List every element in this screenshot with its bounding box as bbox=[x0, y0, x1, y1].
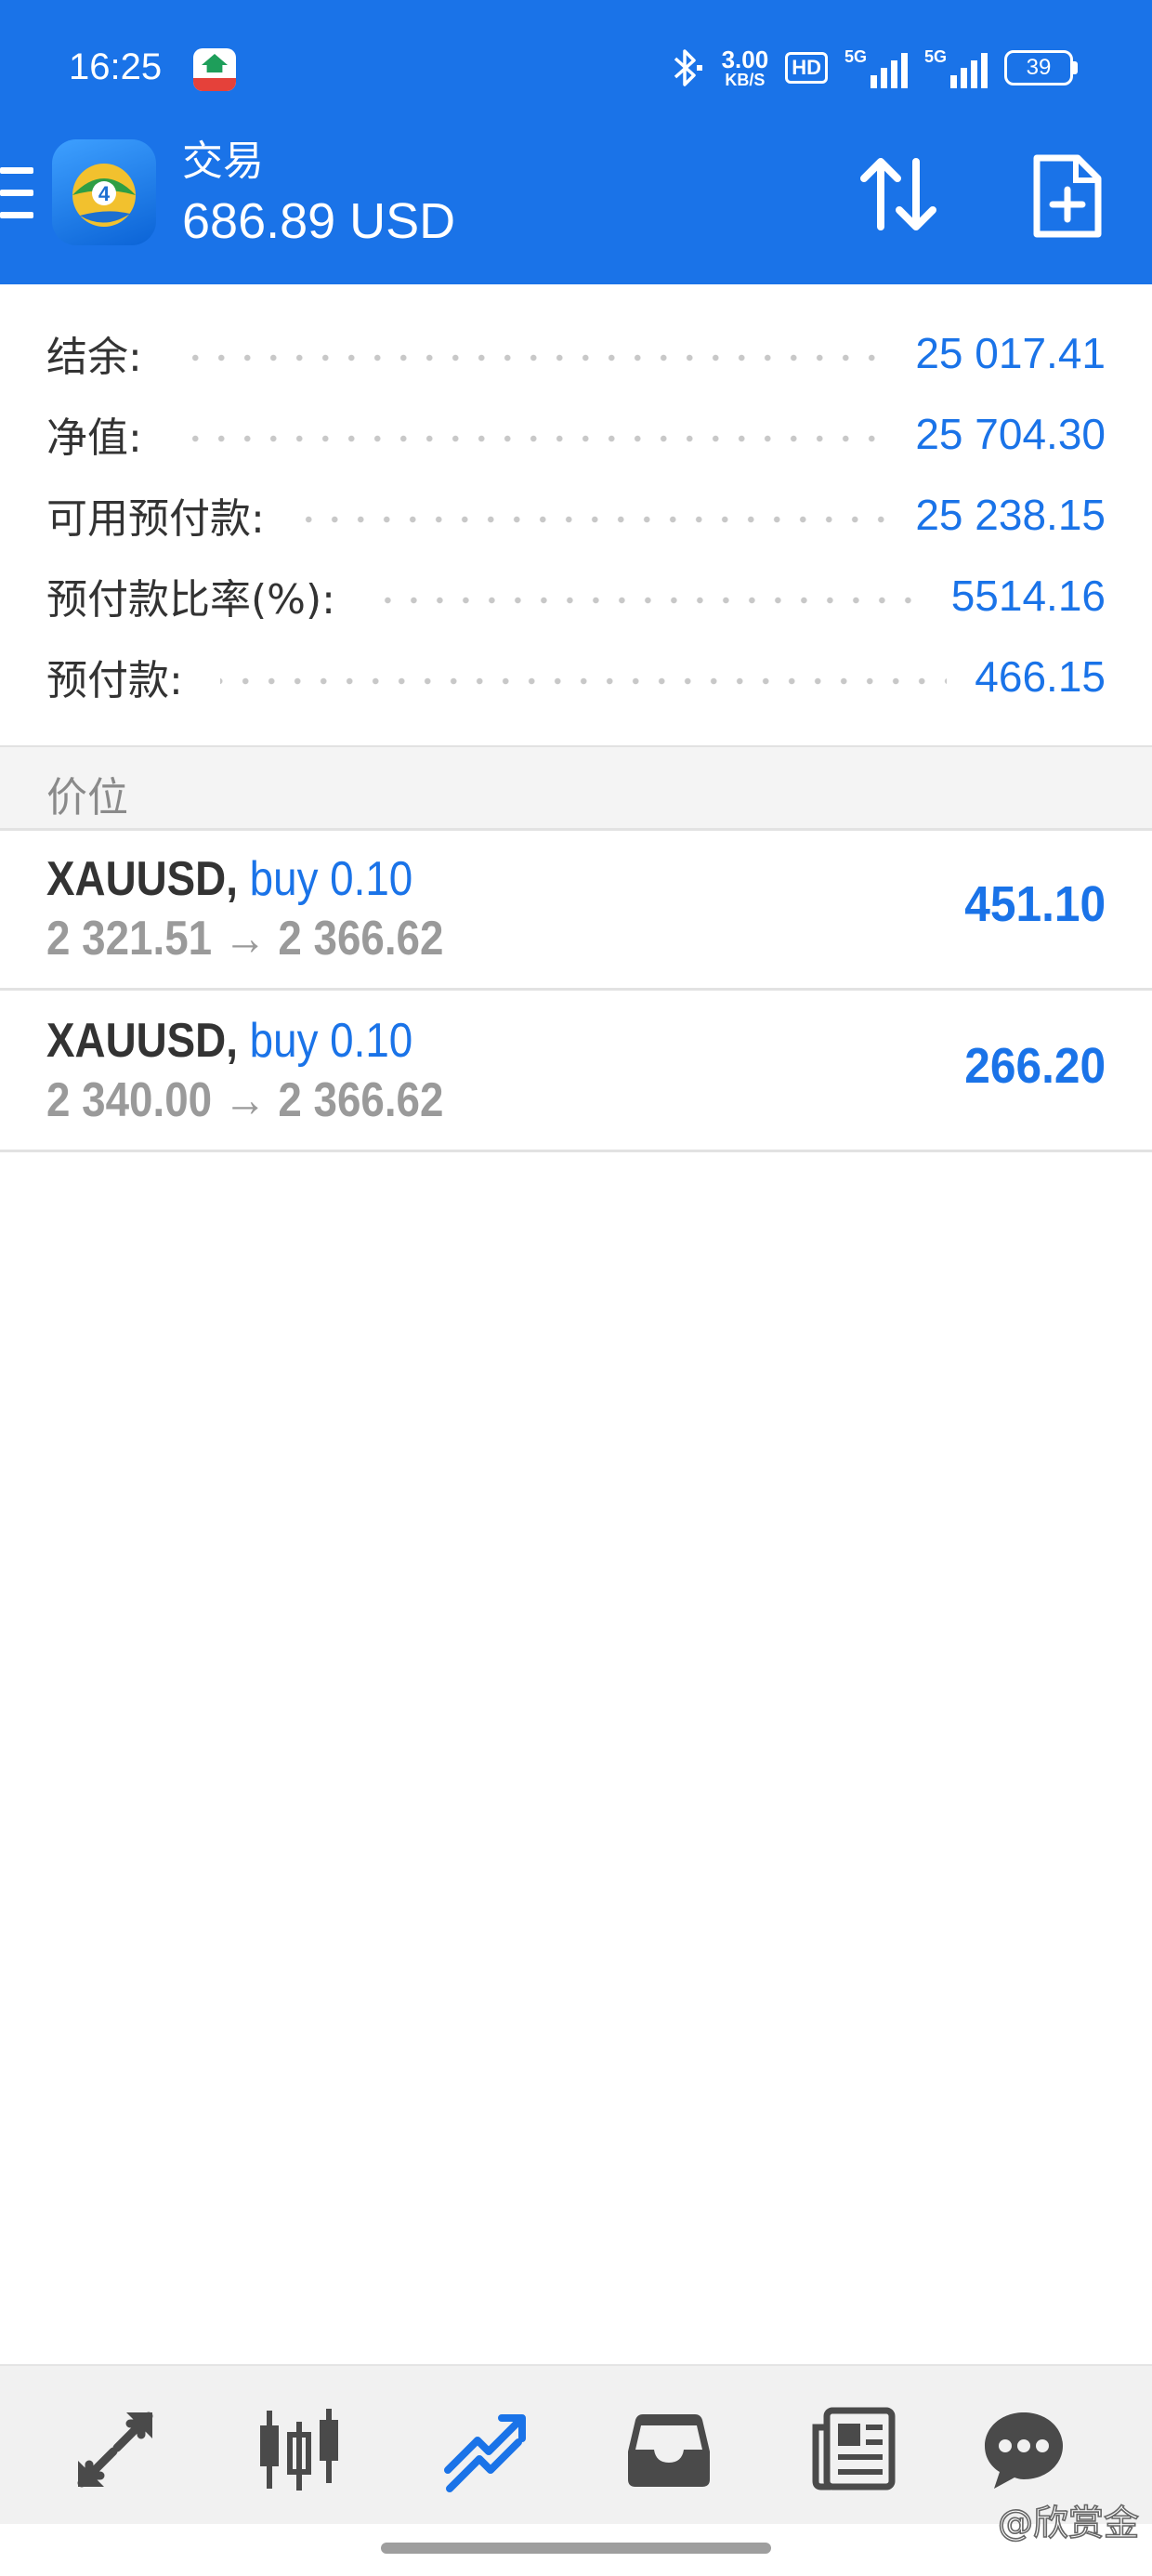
position-prices: 2 321.51 → 2 366.62 bbox=[46, 911, 443, 966]
bluetooth-icon bbox=[674, 49, 702, 86]
position-title: XAUUSD, buy 0.10 bbox=[46, 851, 412, 907]
signal-2-icon: 5G bbox=[924, 47, 988, 88]
balance-label: 结余: bbox=[46, 333, 142, 381]
new-order-icon[interactable] bbox=[1029, 152, 1104, 240]
status-time: 16:25 bbox=[69, 46, 163, 87]
position-symbol: XAUUSD, bbox=[46, 1014, 238, 1068]
open-price: 2 321.51 bbox=[46, 912, 213, 966]
network-speed-value: 3.00 bbox=[721, 46, 769, 73]
nav-chart[interactable] bbox=[255, 2405, 344, 2494]
notification-app-icon bbox=[193, 48, 236, 91]
signal-1-label: 5G bbox=[844, 47, 867, 66]
nav-news[interactable] bbox=[808, 2405, 897, 2494]
metatrader-logo: 4 bbox=[52, 139, 156, 245]
nav-history[interactable] bbox=[624, 2405, 713, 2494]
menu-icon[interactable] bbox=[0, 167, 37, 219]
current-price: 2 366.62 bbox=[278, 1073, 444, 1127]
status-bar: 16:25 3.00 KB/S HD 5G 5G 39 bbox=[0, 0, 1152, 139]
nav-quotes[interactable] bbox=[71, 2405, 160, 2494]
dotted-leader bbox=[219, 677, 948, 685]
quotes-icon bbox=[77, 2412, 153, 2488]
arrow-right-icon: → bbox=[223, 912, 267, 966]
home-indicator[interactable] bbox=[381, 2543, 771, 2554]
history-icon bbox=[628, 2414, 710, 2487]
svg-text:4: 4 bbox=[98, 182, 111, 205]
margin-label: 预付款: bbox=[46, 656, 183, 704]
arrow-right-icon: → bbox=[223, 1073, 267, 1127]
equity-value: 25 704.30 bbox=[915, 409, 1106, 458]
account-summary: 结余: 25 017.41 净值: 25 704.30 可用预付款: 25 23… bbox=[0, 284, 1152, 716]
position-profit: 266.20 bbox=[964, 1038, 1106, 1094]
network-speed-unit: KB/S bbox=[725, 71, 766, 89]
app-bar: 4 交易 686.89 USD bbox=[0, 139, 1152, 284]
position-side-volume: buy 0.10 bbox=[249, 1014, 413, 1068]
balance-value: 25 017.41 bbox=[915, 328, 1106, 377]
summary-row-equity: 净值: 25 704.30 bbox=[0, 393, 1152, 474]
open-price: 2 340.00 bbox=[46, 1073, 213, 1127]
margin-level-value: 5514.16 bbox=[950, 571, 1106, 620]
current-price: 2 366.62 bbox=[278, 912, 444, 966]
nav-chat[interactable] bbox=[979, 2405, 1068, 2494]
sort-icon[interactable] bbox=[855, 152, 942, 236]
margin-level-label: 预付款比率(%): bbox=[46, 575, 335, 624]
top-bar: 16:25 3.00 KB/S HD 5G 5G 39 4 交易 686.89 … bbox=[0, 0, 1152, 284]
page-title: 交易 bbox=[182, 138, 264, 185]
summary-row-margin-level: 预付款比率(%): 5514.16 bbox=[0, 555, 1152, 636]
dotted-leader bbox=[372, 596, 923, 604]
free-margin-value: 25 238.15 bbox=[915, 490, 1106, 539]
position-row[interactable]: XAUUSD, buy 0.10 2 340.00 → 2 366.62 266… bbox=[0, 991, 1152, 1150]
network-speed: 3.00 KB/S bbox=[722, 47, 769, 88]
nav-trade[interactable] bbox=[440, 2405, 530, 2494]
status-icons: 3.00 KB/S HD 5G 5G 39 bbox=[668, 46, 1078, 89]
margin-value: 466.15 bbox=[975, 651, 1106, 701]
equity-label: 净值: bbox=[46, 414, 142, 462]
hd-voice-badge: HD bbox=[785, 52, 828, 84]
summary-row-balance: 结余: 25 017.41 bbox=[0, 312, 1152, 393]
free-margin-label: 可用预付款: bbox=[46, 494, 265, 543]
position-prices: 2 340.00 → 2 366.62 bbox=[46, 1072, 443, 1128]
position-profit: 451.10 bbox=[964, 876, 1106, 932]
header-profit: 686.89 USD bbox=[182, 193, 456, 249]
dotted-leader bbox=[301, 515, 888, 523]
bottom-navigation bbox=[0, 2364, 1152, 2524]
position-side-volume: buy 0.10 bbox=[249, 852, 413, 906]
signal-2-label: 5G bbox=[923, 47, 947, 66]
positions-section-header: 价位 bbox=[0, 747, 1152, 829]
position-row[interactable]: XAUUSD, buy 0.10 2 321.51 → 2 366.62 451… bbox=[0, 829, 1152, 988]
watermark: @欣赏金 bbox=[997, 2502, 1140, 2544]
chat-icon bbox=[985, 2412, 1063, 2489]
battery-level: 39 bbox=[1026, 55, 1052, 80]
positions-list: XAUUSD, buy 0.10 2 321.51 → 2 366.62 451… bbox=[0, 829, 1152, 1152]
signal-1-icon: 5G bbox=[844, 47, 908, 88]
battery-icon: 39 bbox=[1004, 50, 1078, 85]
summary-row-margin: 预付款: 466.15 bbox=[0, 636, 1152, 716]
position-symbol: XAUUSD, bbox=[46, 852, 238, 906]
news-icon bbox=[812, 2407, 896, 2491]
dotted-leader bbox=[178, 353, 888, 361]
divider bbox=[0, 1150, 1152, 1152]
position-title: XAUUSD, buy 0.10 bbox=[46, 1013, 412, 1069]
dotted-leader bbox=[178, 434, 888, 442]
summary-row-free-margin: 可用预付款: 25 238.15 bbox=[0, 474, 1152, 555]
chart-icon bbox=[260, 2409, 338, 2491]
positions-header-label: 价位 bbox=[46, 774, 128, 821]
trade-icon bbox=[444, 2414, 526, 2492]
